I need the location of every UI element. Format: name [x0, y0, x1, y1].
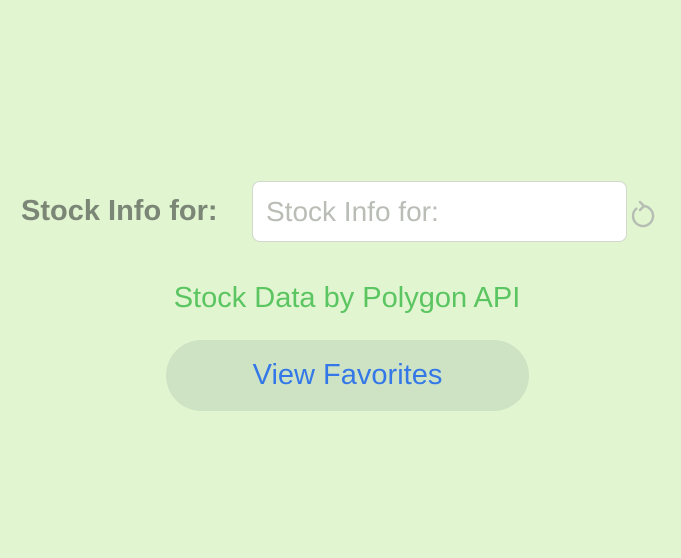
refresh-icon[interactable] [627, 196, 659, 230]
polygon-api-credit: Stock Data by Polygon API [173, 282, 521, 314]
stock-symbol-input[interactable] [252, 181, 627, 242]
view-favorites-button[interactable]: View Favorites [166, 340, 529, 411]
stock-search-row: Stock Info for: [0, 181, 681, 242]
stock-info-label: Stock Info for: [21, 195, 218, 227]
